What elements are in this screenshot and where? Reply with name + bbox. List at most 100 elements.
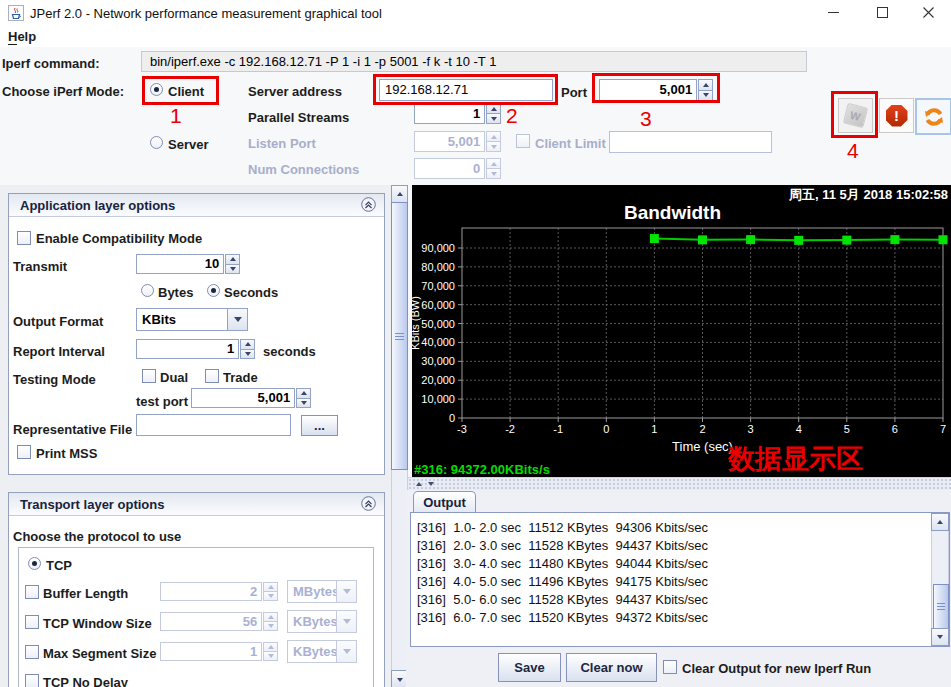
max-segment-checkbox[interactable] xyxy=(25,645,39,659)
listen-port-label: Listen Port xyxy=(248,136,316,151)
data-point-marker xyxy=(746,235,755,244)
report-interval-unit-label: seconds xyxy=(263,344,316,359)
trade-checkbox[interactable] xyxy=(205,369,219,383)
splitter-up-icon[interactable] xyxy=(416,482,422,486)
print-mss-label[interactable]: Print MSS xyxy=(36,446,97,461)
spinner-down-icon[interactable] xyxy=(225,264,240,275)
collapse-icon[interactable] xyxy=(361,496,376,511)
server-radio-label[interactable]: Server xyxy=(168,137,208,152)
y-tick-label: 10,000 xyxy=(421,393,455,405)
x-tick-label: 0 xyxy=(603,423,609,435)
spinner-down-icon[interactable] xyxy=(296,398,311,409)
output-scroll-down-button[interactable] xyxy=(931,628,949,646)
iperf-command-field[interactable]: bin/iperf.exe -c 192.168.12.71 -P 1 -i 1… xyxy=(141,51,807,72)
transmit-label: Transmit xyxy=(13,259,67,274)
java-app-icon xyxy=(8,5,24,21)
window-title: JPerf 2.0 - Network performance measurem… xyxy=(30,6,382,21)
menu-help[interactable]: Help xyxy=(8,29,36,44)
dual-label[interactable]: Dual xyxy=(160,370,188,385)
listen-port-spinner: 5,001 xyxy=(414,131,501,152)
bytes-radio-label[interactable]: Bytes xyxy=(158,285,193,300)
combo-arrow-icon xyxy=(336,641,356,662)
output-textarea[interactable]: [316] 1.0- 2.0 sec 11512 KBytes 94306 Kb… xyxy=(410,512,950,647)
bandwidth-chart: 010,00020,00030,00040,00050,00060,00070,… xyxy=(412,185,951,477)
print-mss-checkbox[interactable] xyxy=(17,445,31,459)
application-layer-header[interactable]: Application layer options xyxy=(9,194,384,217)
spinner-down-icon[interactable] xyxy=(240,349,255,360)
browse-file-button[interactable]: ... xyxy=(301,415,338,436)
close-icon[interactable] xyxy=(923,7,934,18)
scroll-up-button[interactable] xyxy=(391,185,408,203)
x-tick-label: 4 xyxy=(796,423,802,435)
restart-iperf-button[interactable] xyxy=(915,98,951,135)
save-button[interactable]: Save xyxy=(498,653,561,682)
maximize-icon[interactable] xyxy=(877,7,888,18)
parallel-streams-spinner[interactable]: 1 xyxy=(414,103,501,124)
enable-compatibility-checkbox[interactable] xyxy=(17,231,31,245)
transmit-spinner[interactable]: 10 xyxy=(136,254,240,274)
client-radio[interactable] xyxy=(150,83,163,96)
run-iperf-button[interactable]: W xyxy=(838,98,873,133)
buffer-length-label[interactable]: Buffer Length xyxy=(43,586,128,601)
max-segment-label[interactable]: Max Segment Size xyxy=(43,646,156,661)
tcp-radio-label[interactable]: TCP xyxy=(46,558,72,573)
clear-output-label[interactable]: Clear Output for new Iperf Run xyxy=(682,661,871,676)
x-tick-label: -3 xyxy=(457,423,467,435)
horizontal-splitter[interactable] xyxy=(408,477,951,491)
tcp-window-checkbox[interactable] xyxy=(25,615,39,629)
report-interval-spinner[interactable]: 1 xyxy=(136,339,255,359)
jperf-window: JPerf 2.0 - Network performance measurem… xyxy=(0,0,951,687)
spinner-down-icon[interactable] xyxy=(698,90,713,102)
tcp-no-delay-label[interactable]: TCP No Delay xyxy=(43,675,128,687)
seconds-radio-label[interactable]: Seconds xyxy=(224,285,278,300)
clear-now-button[interactable]: Clear now xyxy=(566,653,657,682)
buffer-length-checkbox[interactable] xyxy=(25,585,39,599)
splitter-down-icon[interactable] xyxy=(428,482,434,486)
client-radio-label[interactable]: Client xyxy=(168,84,204,99)
output-scrollbar-thumb[interactable] xyxy=(933,584,949,630)
collapse-icon[interactable] xyxy=(361,197,376,212)
server-address-field[interactable]: 192.168.12.71 xyxy=(379,79,553,101)
minimize-icon[interactable] xyxy=(828,12,839,13)
representative-file-field[interactable] xyxy=(136,414,291,436)
tcp-no-delay-checkbox[interactable] xyxy=(25,674,39,687)
trade-label[interactable]: Trade xyxy=(223,370,258,385)
output-tab[interactable]: Output xyxy=(413,491,476,513)
spinner-down-icon[interactable] xyxy=(486,113,501,124)
num-connections-spinner: 0 xyxy=(414,158,501,179)
spinner-down-icon xyxy=(486,141,501,152)
combo-arrow-icon xyxy=(336,581,356,602)
output-format-combo[interactable]: KBits xyxy=(136,308,248,331)
test-port-label: test port xyxy=(136,394,188,409)
x-tick-label: 5 xyxy=(844,423,850,435)
clear-output-checkbox[interactable] xyxy=(663,660,677,674)
refresh-icon xyxy=(922,105,946,129)
y-tick-label: 0 xyxy=(449,412,455,424)
output-line: [316] 4.0- 5.0 sec 11496 KBytes 94175 Kb… xyxy=(417,573,708,591)
report-interval-label: Report Interval xyxy=(13,344,105,359)
port-label: Port xyxy=(561,85,587,100)
application-layer-title: Application layer options xyxy=(20,198,175,213)
data-point-marker xyxy=(650,234,659,243)
enable-compatibility-label[interactable]: Enable Compatibility Mode xyxy=(36,231,202,246)
port-spinner[interactable]: 5,001 xyxy=(599,79,713,101)
output-line: [316] 1.0- 2.0 sec 11512 KBytes 94306 Kb… xyxy=(417,519,708,537)
transport-layer-header[interactable]: Transport layer options xyxy=(9,493,384,516)
stop-icon: ! xyxy=(886,105,908,127)
seconds-radio[interactable] xyxy=(207,284,220,297)
annotation-number-1: 1 xyxy=(170,104,182,128)
x-tick-label: 6 xyxy=(892,423,898,435)
server-radio[interactable] xyxy=(150,136,163,149)
choose-mode-label: Choose iPerf Mode: xyxy=(2,84,124,99)
dual-checkbox[interactable] xyxy=(142,369,156,383)
output-scroll-up-button[interactable] xyxy=(931,513,949,531)
left-scrollbar-thumb[interactable] xyxy=(391,202,408,470)
tcp-window-label[interactable]: TCP Window Size xyxy=(43,616,152,631)
y-tick-label: 90,000 xyxy=(421,242,455,254)
combo-arrow-icon[interactable] xyxy=(227,309,247,330)
test-port-spinner[interactable]: 5,001 xyxy=(191,388,311,408)
tcp-radio[interactable] xyxy=(28,557,41,570)
bytes-radio[interactable] xyxy=(141,284,154,297)
stop-iperf-button[interactable]: ! xyxy=(879,98,914,133)
server-address-label: Server address xyxy=(248,84,342,99)
